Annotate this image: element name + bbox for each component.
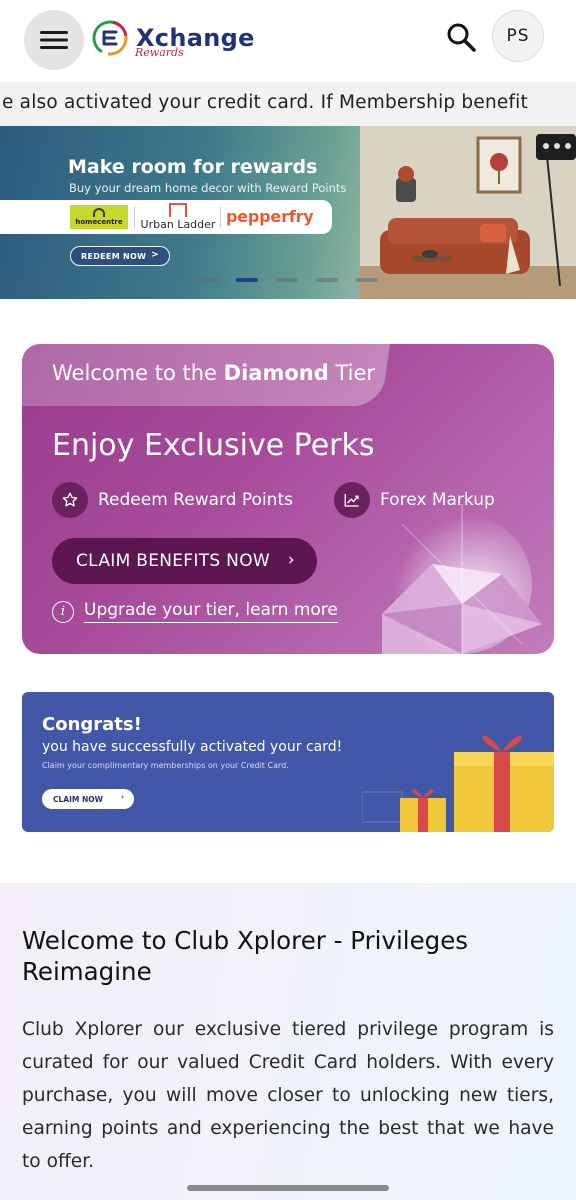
club-description: Club Xplorer our exclusive tiered privil… [22,1019,554,1172]
home-indicator[interactable] [187,1185,389,1191]
perk-redeem-points: Redeem Reward Points [52,482,293,518]
living-room-illustration [360,126,576,299]
congrats-note: Claim your complimentary memberships on … [42,761,289,770]
club-xplorer-section: Welcome to Club Xplorer - Privileges Rei… [0,883,576,1200]
claim-benefits-button[interactable]: CLAIM BENEFITS NOW › [52,538,317,584]
app-header: Xchange Rewards PS [0,0,576,82]
search-icon [447,23,476,52]
marquee-text: e also activated your credit card. If Me… [2,92,528,113]
trend-up-icon [334,482,370,518]
claim-now-button[interactable]: CLAIM NOW › [42,789,134,809]
tier-name: Diamond [223,361,329,385]
congrats-title: Congrats! [42,714,142,735]
redeem-now-button[interactable]: REDEEM NOW > [70,246,170,266]
carousel-dot[interactable] [196,278,218,282]
perk-forex-markup: Forex Markup [334,482,495,518]
announcement-marquee: e also activated your credit card. If Me… [0,82,576,126]
diamond-gem-illustration [382,504,542,654]
arrow-right-icon: > [151,250,159,260]
congrats-subtitle: you have successfully activated your car… [42,739,343,755]
carousel-dot[interactable] [276,278,298,282]
upgrade-tier-link[interactable]: i Upgrade your tier, learn more [52,600,338,623]
brand-homecentre: homecentre [70,205,128,229]
brand-urban-ladder: Urban Ladder [140,203,216,231]
hero-subtitle: Buy your dream home decor with Reward Po… [69,181,347,195]
search-button[interactable] [444,20,478,54]
carousel-dot[interactable] [316,278,338,282]
carousel-dot-active[interactable] [236,278,258,282]
diamond-tier-card: Welcome to the Diamond Tier Enjoy Exclus… [22,344,554,654]
chevron-right-icon: › [121,793,124,801]
menu-button[interactable] [24,10,84,70]
hero-banner[interactable]: Make room for rewards Buy your dream hom… [0,126,576,299]
hero-title: Make room for rewards [68,156,318,178]
logo-mark-icon [92,20,128,56]
carousel-indicators [196,278,378,282]
card-activated-banner[interactable]: Congrats! you have successfully activate… [22,692,554,832]
perks-title: Enjoy Exclusive Perks [52,428,375,463]
house-icon [93,208,105,217]
club-title: Welcome to Club Xplorer - Privileges Rei… [22,926,469,986]
brand-pepperfry: pepperfry [226,207,314,226]
hamburger-icon [40,31,68,49]
user-avatar[interactable]: PS [492,10,544,62]
info-icon: i [52,600,74,623]
logo-subtitle: Rewards [135,46,184,59]
chevron-right-icon: › [287,550,295,570]
urban-ladder-logo-icon [169,203,187,217]
star-icon [52,482,88,518]
tier-welcome: Welcome to the Diamond Tier [52,361,376,385]
gift-boxes-illustration [362,735,554,832]
carousel-dot[interactable] [356,278,378,282]
partner-brands: homecentre Urban Ladder pepperfry [0,200,332,234]
